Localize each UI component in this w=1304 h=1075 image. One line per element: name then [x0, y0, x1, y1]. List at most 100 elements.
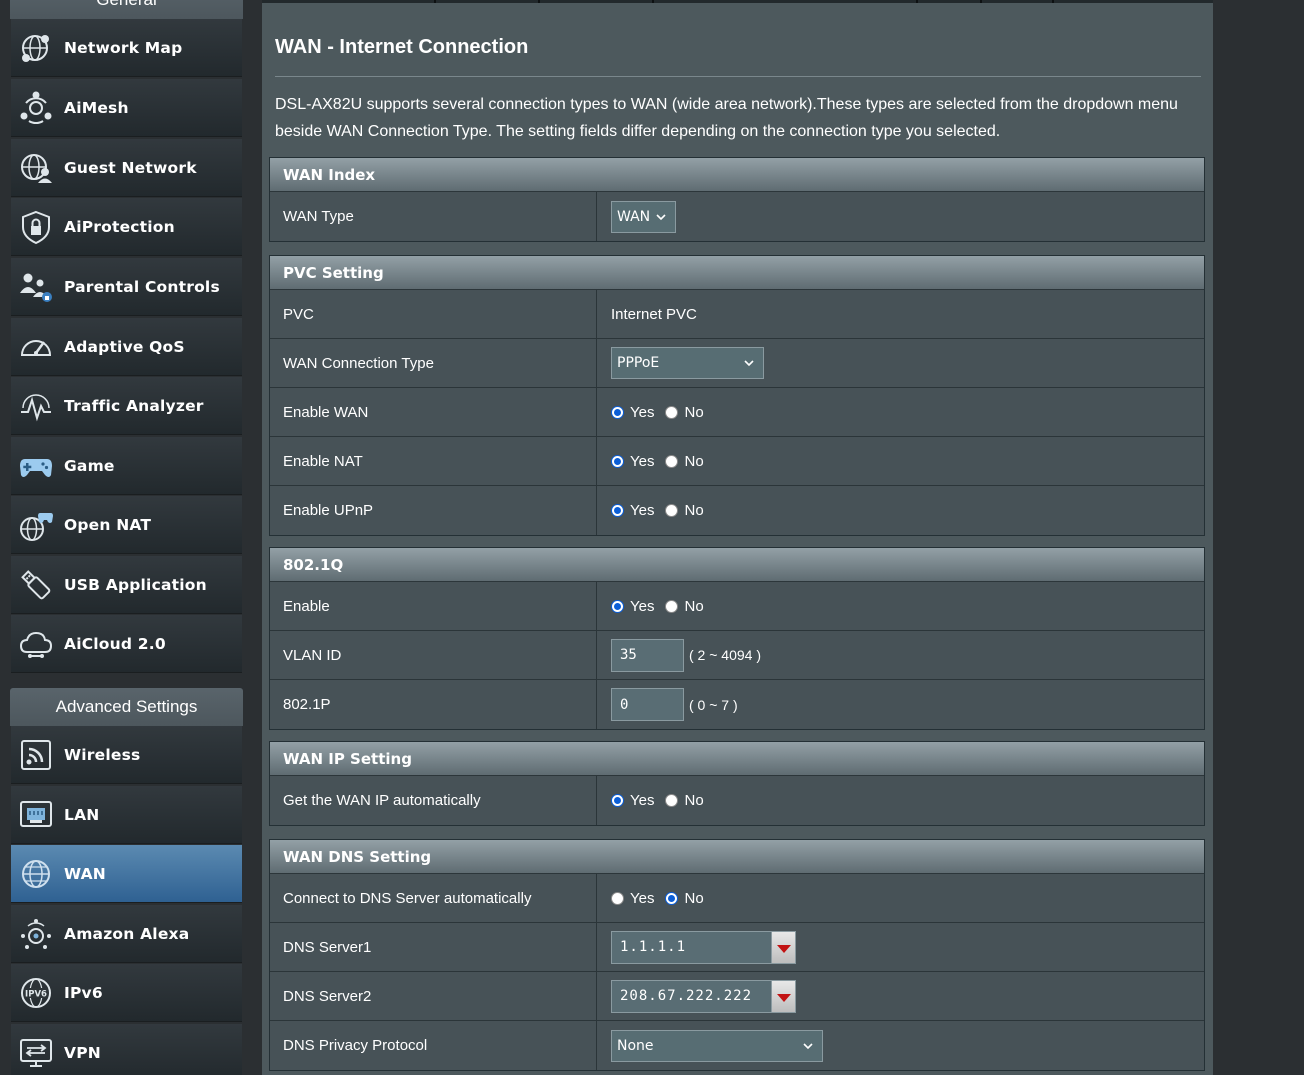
vlan-id-input[interactable]: 35 [611, 638, 684, 672]
enable-upnp-no-radio[interactable] [665, 504, 679, 517]
sidebar-item-label: Traffic Analyzer [64, 396, 204, 415]
wan-ip-auto-row: Get the WAN IP automatically Yes No [270, 776, 1204, 825]
wan-dns-setting-section: WAN DNS Setting Connect to DNS Server au… [269, 839, 1205, 1071]
dns-server1-input[interactable]: 1.1.1.1 [611, 930, 772, 964]
ipv6-icon: IPV6 [21, 977, 51, 1008]
sidebar-item-label: USB Application [64, 575, 207, 594]
radio-no-label: No [684, 452, 704, 470]
sidebar-item-adaptive-qos[interactable]: Adaptive QoS [11, 318, 242, 376]
wan-type-value: WAN [617, 208, 651, 225]
dns-privacy-value: None [617, 1037, 654, 1054]
radio-yes-label: Yes [630, 597, 655, 615]
dns-server2-input[interactable]: 208.67.222.222 [611, 979, 772, 1013]
speedometer-icon [20, 339, 52, 356]
wan-connection-type-select[interactable]: PPPoE [611, 347, 764, 379]
wireless-icon [21, 739, 51, 770]
sidebar-item-amazon-alexa[interactable]: Amazon Alexa [11, 905, 242, 963]
enable-nat-yes-radio[interactable] [611, 454, 624, 468]
wan-type-select[interactable]: WAN [611, 200, 676, 233]
wan-type-label: WAN Type [270, 192, 597, 241]
sidebar-item-lan[interactable]: LAN [11, 786, 242, 844]
dns-server1-dropdown-button[interactable] [772, 930, 796, 964]
sidebar-item-label: AiMesh [64, 98, 129, 117]
dns-auto-yes-radio[interactable] [611, 891, 624, 905]
tab-separator [1052, 0, 1054, 3]
enable-nat-no-radio[interactable] [665, 454, 679, 468]
usb-icon [21, 569, 51, 599]
enable-wan-row: Enable WAN Yes No [270, 388, 1204, 437]
enable-nat-row: Enable NAT Yes No [270, 437, 1204, 486]
sidebar-item-ipv6[interactable]: IPV6 IPv6 [11, 964, 242, 1022]
sidebar: General Network Map AiMesh Guest Network… [0, 0, 262, 1075]
open-nat-icon [20, 512, 53, 541]
enable-wan-no-radio[interactable] [665, 405, 679, 419]
page-description: DSL-AX82U supports several connection ty… [275, 96, 1178, 140]
wan-ip-auto-no-radio[interactable] [665, 794, 679, 807]
sidebar-item-vpn[interactable]: VPN [11, 1024, 242, 1075]
sidebar-item-aicloud[interactable]: AiCloud 2.0 [11, 615, 242, 673]
tab-strip [262, 0, 1213, 3]
dot1q-enable-label: Enable [270, 582, 597, 630]
dot1p-input[interactable]: 0 [611, 688, 684, 721]
dns-privacy-select[interactable]: None [611, 1029, 823, 1062]
section-header: WAN IP Setting [270, 742, 1204, 776]
sidebar-item-label: Parental Controls [64, 277, 220, 296]
sidebar-item-traffic-analyzer[interactable]: Traffic Analyzer [11, 377, 242, 435]
page-title: WAN - Internet Connection [275, 36, 529, 58]
alexa-icon [21, 918, 51, 949]
lan-icon [20, 800, 52, 827]
sidebar-item-aimesh[interactable]: AiMesh [11, 79, 242, 137]
title-divider [275, 76, 1201, 77]
sidebar-item-network-map[interactable]: Network Map [11, 19, 242, 77]
cloud-icon [19, 631, 53, 658]
sidebar-item-open-nat[interactable]: Open NAT [11, 496, 242, 554]
wan-ip-auto-yes-radio[interactable] [611, 794, 624, 807]
vlan-id-label: VLAN ID [270, 631, 597, 679]
dns-auto-no-radio[interactable] [665, 891, 679, 905]
wan-type-row: WAN Type WAN [270, 192, 1204, 241]
enable-wan-yes-radio[interactable] [611, 405, 624, 419]
sidebar-item-aiprotection[interactable]: AiProtection [11, 198, 242, 256]
sidebar-item-label: WAN [64, 864, 106, 883]
dns-server1-row: DNS Server1 1.1.1.1 [270, 923, 1204, 972]
chevron-down-icon [744, 360, 754, 367]
sidebar-item-label: AiCloud 2.0 [64, 634, 166, 653]
vpn-icon [20, 1038, 52, 1067]
tab-separator [652, 0, 654, 3]
section-header: PVC Setting [270, 256, 1204, 290]
chevron-down-icon [656, 213, 666, 220]
dot1p-range-hint: ( 0 ~ 7 ) [689, 696, 738, 713]
dns-server2-row: DNS Server2 208.67.222.222 [270, 972, 1204, 1021]
sidebar-item-label: VPN [64, 1043, 101, 1062]
sidebar-item-wan[interactable]: WAN [11, 845, 242, 903]
sidebar-item-usb-application[interactable]: USB Application [11, 556, 242, 614]
pvc-row: PVC Internet PVC [270, 290, 1204, 339]
sidebar-item-wireless[interactable]: Wireless [11, 726, 242, 784]
radio-yes-label: Yes [630, 403, 655, 421]
section-header: WAN Index [270, 158, 1204, 192]
dot1q-enable-no-radio[interactable] [665, 599, 679, 613]
main-content: WAN - Internet Connection DSL-AX82U supp… [262, 0, 1213, 1075]
sidebar-item-label: Network Map [64, 38, 183, 57]
sidebar-item-label: Amazon Alexa [64, 924, 190, 943]
dot1q-enable-yes-radio[interactable] [611, 599, 624, 613]
sidebar-item-label: Game [64, 456, 115, 475]
wan-connection-type-row: WAN Connection Type PPPoE [270, 339, 1204, 388]
right-gutter [1213, 0, 1304, 1075]
chevron-down-icon [803, 1042, 813, 1049]
sidebar-item-label: AiProtection [64, 217, 175, 236]
dot1p-row: 802.1P 0 ( 0 ~ 7 ) [270, 680, 1204, 729]
sidebar-item-parental-controls[interactable]: Parental Controls [11, 258, 242, 316]
radio-yes-label: Yes [630, 452, 655, 470]
tab-separator [916, 0, 918, 3]
shield-lock-icon [22, 210, 50, 244]
radio-no-label: No [684, 403, 704, 421]
dot1q-section: 802.1Q Enable Yes No VLAN ID 35 ( 2 ~ 40… [269, 547, 1205, 730]
dns-server2-dropdown-button[interactable] [772, 979, 796, 1013]
pvc-setting-section: PVC Setting PVC Internet PVC WAN Connect… [269, 255, 1205, 536]
sidebar-item-guest-network[interactable]: Guest Network [11, 139, 242, 197]
tab-separator [980, 0, 982, 3]
sidebar-item-game[interactable]: Game [11, 437, 242, 495]
enable-upnp-yes-radio[interactable] [611, 504, 624, 517]
section-header: 802.1Q [270, 548, 1204, 582]
